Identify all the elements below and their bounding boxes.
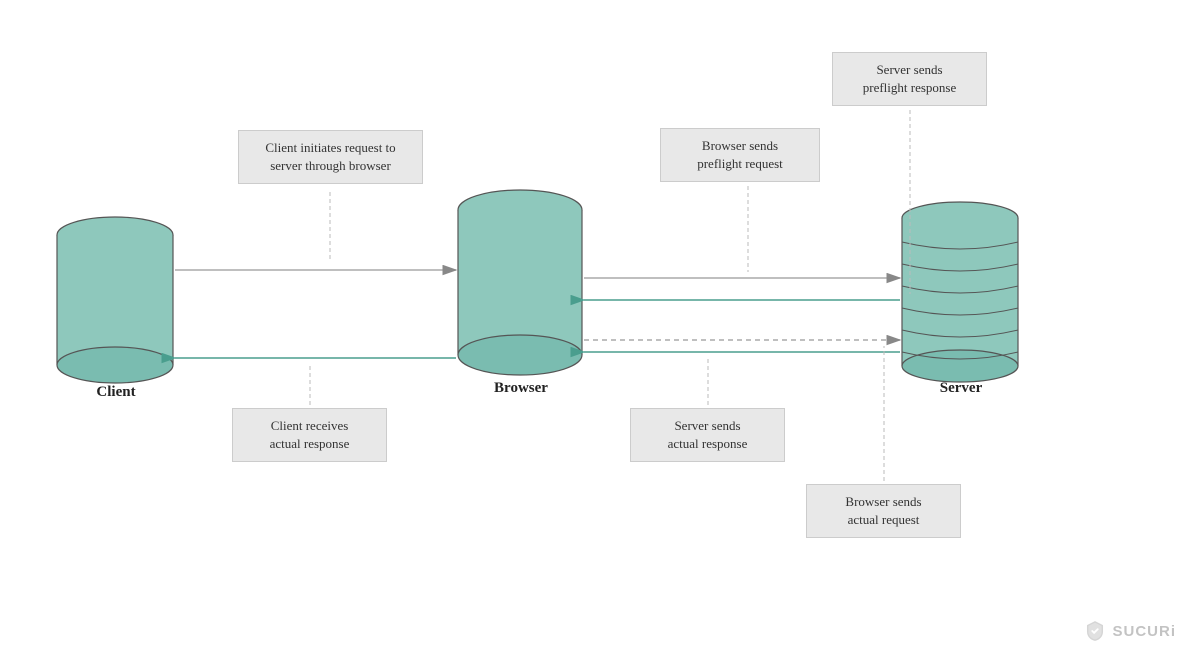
sucuri-text: SUCURi [1112,623,1176,640]
tooltip-browser-actual-req: Browser sendsactual request [806,484,961,538]
tooltip-client-receives: Client receivesactual response [232,408,387,462]
server-label: Server [922,380,1000,397]
diagram-container: Client initiates request to server throu… [0,0,1200,660]
sucuri-watermark: SUCURi [1084,620,1176,642]
tooltip-browser-preflight-req: Browser sendspreflight request [660,128,820,182]
tooltip-server-actual-resp: Server sendsactual response [630,408,785,462]
tooltip-server-preflight-resp: Server sendspreflight response [832,52,987,106]
sucuri-logo-icon [1084,620,1106,642]
tooltip-client-initiates: Client initiates request to server throu… [238,130,423,184]
browser-label: Browser [476,380,566,397]
client-label: Client [76,384,156,401]
